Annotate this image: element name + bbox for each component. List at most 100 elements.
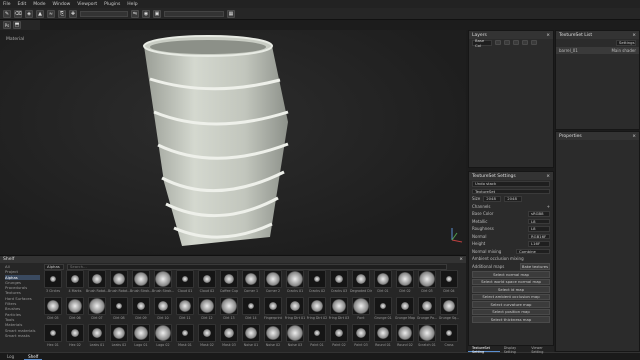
channel-format-select[interactable]: sRGB8 <box>528 211 550 217</box>
alpha-thumbnail[interactable] <box>330 297 348 315</box>
alpha-thumbnail[interactable] <box>286 324 304 342</box>
channel-format-select[interactable]: L16F <box>528 241 550 247</box>
view-icon[interactable]: ◉ <box>142 9 150 18</box>
grid-icon[interactable]: ▦ <box>227 9 235 18</box>
alpha-thumbnail[interactable] <box>176 270 194 288</box>
delete-layer-icon[interactable] <box>531 40 537 46</box>
alpha-thumbnail[interactable] <box>264 297 282 315</box>
alpha-thumbnail[interactable] <box>418 324 436 342</box>
alpha-thumbnail[interactable] <box>264 324 282 342</box>
menu-window[interactable]: Window <box>53 2 71 7</box>
alpha-thumbnail[interactable] <box>242 324 260 342</box>
add-layer-icon[interactable] <box>495 40 501 46</box>
alpha-thumbnail[interactable] <box>132 297 150 315</box>
alpha-thumbnail[interactable] <box>242 297 260 315</box>
alpha-thumbnail[interactable] <box>374 270 392 288</box>
close-icon[interactable]: × <box>546 174 550 179</box>
alpha-thumbnail[interactable] <box>374 297 392 315</box>
size-height-select[interactable]: 2048 <box>504 196 523 202</box>
clone-icon[interactable]: ⎘ <box>58 9 66 18</box>
barrel-model[interactable] <box>120 32 310 254</box>
menu-edit[interactable]: Edit <box>18 2 27 7</box>
alpha-thumbnail[interactable] <box>198 270 216 288</box>
paint-brush-icon[interactable]: ✎ <box>3 9 11 18</box>
alpha-thumbnail[interactable] <box>66 324 84 342</box>
tab-display-setting[interactable]: Display Setting <box>500 346 528 354</box>
alpha-thumbnail[interactable] <box>352 297 370 315</box>
alpha-thumbnail[interactable] <box>418 270 436 288</box>
select-map-button[interactable]: Select normal map <box>472 271 550 278</box>
alpha-thumbnail[interactable] <box>220 297 238 315</box>
alpha-thumbnail[interactable] <box>154 297 172 315</box>
menu-mode[interactable]: Mode <box>33 2 45 7</box>
alpha-thumbnail[interactable] <box>352 270 370 288</box>
shelf-tab[interactable]: Shelf <box>24 354 43 360</box>
alpha-thumbnail[interactable] <box>264 270 282 288</box>
alpha-thumbnail[interactable] <box>44 297 62 315</box>
alpha-thumbnail[interactable] <box>176 324 194 342</box>
ps-export-icon[interactable]: Ps <box>3 21 11 29</box>
alpha-thumbnail[interactable] <box>308 297 326 315</box>
close-icon[interactable]: × <box>459 257 463 262</box>
alpha-thumbnail[interactable] <box>220 270 238 288</box>
add-fill-layer-icon[interactable] <box>504 40 510 46</box>
camera-icon[interactable]: ▣ <box>153 9 161 18</box>
textureset-name-field[interactable]: TextureSet <box>472 188 550 194</box>
menu-plugins[interactable]: Plugins <box>104 2 120 7</box>
alpha-thumbnail[interactable] <box>396 324 414 342</box>
alpha-thumbnail[interactable] <box>110 297 128 315</box>
shelf-filter-chip[interactable]: Alphas <box>44 264 64 270</box>
close-icon[interactable]: × <box>632 134 636 139</box>
close-icon[interactable]: × <box>632 33 636 38</box>
undo-stack-field[interactable]: Undo stack <box>472 181 550 187</box>
normal-mixing-select[interactable]: Combine <box>516 248 550 254</box>
shelf-category-item[interactable]: Smart masks <box>5 333 40 338</box>
alpha-thumbnail[interactable] <box>154 270 172 288</box>
alpha-thumbnail[interactable] <box>396 297 414 315</box>
projection-icon[interactable]: ◈ <box>25 9 33 18</box>
alpha-thumbnail[interactable] <box>88 297 106 315</box>
select-map-button[interactable]: Select position map <box>472 308 550 315</box>
alpha-thumbnail[interactable] <box>66 270 84 288</box>
shelf-search-input[interactable]: Search... <box>67 264 447 270</box>
alpha-thumbnail[interactable] <box>110 270 128 288</box>
alpha-thumbnail[interactable] <box>44 270 62 288</box>
alpha-thumbnail[interactable] <box>418 297 436 315</box>
alpha-thumbnail[interactable] <box>286 297 304 315</box>
picker-icon[interactable]: ✚ <box>69 9 77 18</box>
tab-viewer-setting[interactable]: Viewer Setting <box>527 346 554 354</box>
select-map-button[interactable]: Select curvature map <box>472 301 550 308</box>
alpha-thumbnail[interactable] <box>374 324 392 342</box>
alpha-thumbnail[interactable] <box>352 324 370 342</box>
log-tab[interactable]: Log <box>3 354 18 359</box>
alpha-thumbnail[interactable] <box>66 297 84 315</box>
add-mask-icon[interactable] <box>513 40 519 46</box>
alpha-thumbnail[interactable] <box>440 297 458 315</box>
channel-format-select[interactable]: L8 <box>528 218 550 224</box>
channel-format-select[interactable]: RGB16F <box>528 233 550 239</box>
alpha-thumbnail[interactable] <box>396 270 414 288</box>
close-icon[interactable]: × <box>546 33 550 38</box>
bake-icon[interactable]: ⬒ <box>13 21 21 29</box>
menu-file[interactable]: File <box>3 2 11 7</box>
polygon-fill-icon[interactable]: ▲ <box>36 9 44 18</box>
alpha-thumbnail[interactable] <box>110 324 128 342</box>
alpha-thumbnail[interactable] <box>220 324 238 342</box>
alpha-thumbnail[interactable] <box>330 324 348 342</box>
symmetry-icon[interactable]: ⇋ <box>131 9 139 18</box>
add-folder-icon[interactable] <box>522 40 528 46</box>
alpha-thumbnail[interactable] <box>198 324 216 342</box>
menu-viewport[interactable]: Viewport <box>77 2 97 7</box>
alpha-thumbnail[interactable] <box>198 297 216 315</box>
alpha-thumbnail[interactable] <box>44 324 62 342</box>
select-map-button[interactable]: Select ambient occlusion map <box>472 293 550 300</box>
size-width-select[interactable]: 2048 <box>483 196 502 202</box>
toolbar-field[interactable] <box>80 10 128 17</box>
textureset-settings-button[interactable]: Settings <box>616 40 636 46</box>
menu-help[interactable]: Help <box>127 2 137 7</box>
select-map-button[interactable]: Select thickness map <box>472 316 550 323</box>
select-map-button[interactable]: Select id map <box>472 286 550 293</box>
alpha-thumbnail[interactable] <box>154 324 172 342</box>
blend-mode-select[interactable]: Base Col <box>472 38 492 48</box>
alpha-thumbnail[interactable] <box>286 270 304 288</box>
